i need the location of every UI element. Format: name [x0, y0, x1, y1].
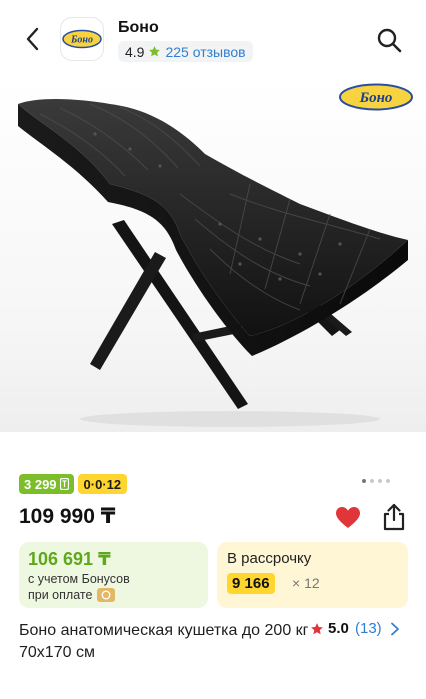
installment-card-amount: 9 166 [227, 573, 275, 594]
gallery-dot [386, 479, 390, 483]
product-image[interactable]: Боно [0, 74, 426, 432]
shop-name[interactable]: Боно [118, 19, 159, 37]
badges-row: 3 299 0·0·12 [19, 474, 128, 494]
installment-card-title: В рассрочку [227, 550, 312, 567]
bonus-card-note-payment: при оплате [28, 588, 116, 602]
bonus-price-badge: 3 299 [19, 474, 74, 494]
bonus-card-note: с учетом Бонусов [28, 572, 130, 586]
bonus-coin-icon [97, 588, 116, 602]
svg-text:Боно: Боно [359, 90, 393, 106]
star-icon [149, 46, 161, 57]
installment-card[interactable]: В рассрочку 9 166 × 12 [217, 542, 408, 608]
product-rating-score[interactable]: 5.0 [328, 620, 349, 637]
bonus-price-card[interactable]: 106 691 ₸ с учетом Бонусов при оплате [19, 542, 208, 608]
back-icon[interactable] [18, 24, 46, 54]
couch-illustration [18, 99, 408, 427]
shop-reviews-link: 225 отзывов [165, 43, 246, 60]
shop-logo[interactable]: Боно [60, 17, 104, 61]
product-title: Боно анатомическая кушетка до 200 кг 70x… [19, 622, 309, 661]
svg-text:Боно: Боно [70, 35, 93, 46]
shop-logo-image: Боно [62, 29, 102, 49]
product-price: 109 990 ₸ [19, 505, 116, 528]
gallery-dot [362, 479, 366, 483]
search-icon[interactable] [376, 27, 402, 53]
installment-badge: 0·0·12 [77, 474, 128, 494]
top-bar: Боно Боно 4.9 225 отзывов [0, 0, 426, 74]
chevron-right-icon[interactable] [390, 622, 400, 636]
share-icon[interactable] [381, 503, 407, 531]
bonus-price-badge-value: 3 299 [24, 476, 57, 492]
bonus-card-note-text: при оплате [28, 588, 93, 602]
bonus-coin-icon [59, 478, 69, 490]
favorite-heart-icon[interactable] [335, 506, 361, 530]
product-reviews-count[interactable]: (13) [355, 620, 382, 637]
shop-rating-score: 4.9 [125, 43, 145, 60]
bonus-card-price: 106 691 ₸ [28, 549, 111, 569]
installment-card-times: × 12 [292, 575, 320, 591]
brand-watermark: Боно [339, 83, 413, 111]
gallery-dot [370, 479, 374, 483]
gallery-dot [378, 479, 382, 483]
gallery-dots [362, 479, 390, 483]
star-icon [311, 623, 323, 635]
shop-rating[interactable]: 4.9 225 отзывов [118, 41, 253, 62]
